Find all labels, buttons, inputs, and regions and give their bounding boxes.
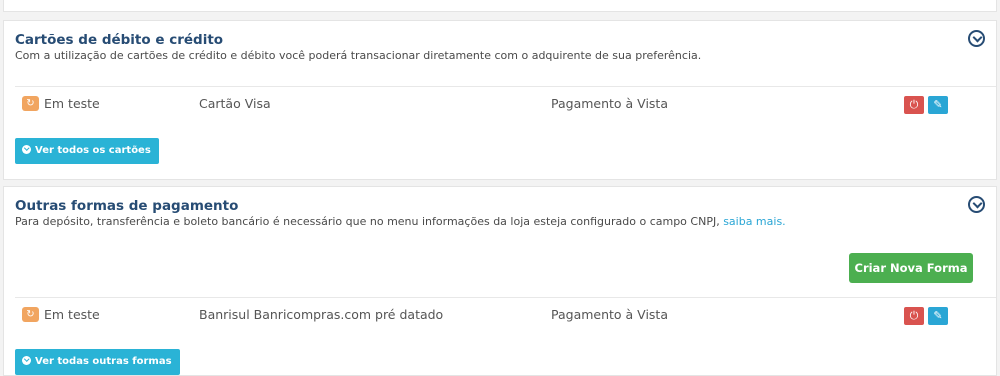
collapse-other-icon[interactable]: [968, 196, 985, 213]
previous-panel: [3, 0, 997, 12]
power-button[interactable]: ⏻: [904, 307, 924, 325]
other-section-title: Outras formas de pagamento: [15, 198, 239, 214]
collapse-cards-icon[interactable]: [968, 30, 985, 47]
power-icon: ⏻: [909, 309, 919, 322]
view-all-cards-button[interactable]: Ver todos os cartões: [15, 138, 159, 164]
row-payment-type: Pagamento à Vista: [551, 307, 668, 322]
row-name: Banrisul Banricompras.com pré datado: [199, 307, 444, 322]
view-all-other-label: Ver todas outras formas: [35, 356, 172, 367]
edit-button[interactable]: ✎: [928, 96, 948, 114]
edit-button[interactable]: ✎: [928, 307, 948, 325]
cards-section-description: Com a utilização de cartões de crédito e…: [15, 49, 702, 62]
row-name: Cartão Visa: [199, 96, 271, 111]
other-payment-section: Outras formas de pagamento Para depósito…: [3, 186, 997, 376]
pencil-icon: ✎: [933, 309, 943, 322]
other-section-description: Para depósito, transferência e boleto ba…: [15, 215, 786, 228]
pencil-icon: ✎: [933, 98, 943, 111]
chevron-circle-down-icon: [22, 145, 31, 154]
row-payment-type: Pagamento à Vista: [551, 96, 668, 111]
power-button[interactable]: ⏻: [904, 96, 924, 114]
power-icon: ⏻: [909, 98, 919, 111]
table-row: ↻ Em teste Cartão Visa Pagamento à Vista…: [4, 89, 996, 119]
divider: [15, 297, 996, 298]
refresh-icon: ↻: [22, 307, 39, 322]
refresh-icon: ↻: [22, 96, 39, 111]
row-status: Em teste: [44, 307, 100, 322]
learn-more-link[interactable]: saiba mais.: [723, 215, 786, 228]
other-section-description-text: Para depósito, transferência e boleto ba…: [15, 215, 720, 228]
cards-section-title: Cartões de débito e crédito: [15, 32, 224, 48]
table-row: ↻ Em teste Banrisul Banricompras.com pré…: [4, 300, 996, 330]
view-all-cards-label: Ver todos os cartões: [35, 145, 151, 156]
row-status: Em teste: [44, 96, 100, 111]
create-new-form-button[interactable]: Criar Nova Forma: [849, 253, 973, 283]
view-all-other-button[interactable]: Ver todas outras formas: [15, 349, 180, 375]
cards-section: Cartões de débito e crédito Com a utiliz…: [3, 20, 997, 180]
divider: [15, 86, 996, 87]
